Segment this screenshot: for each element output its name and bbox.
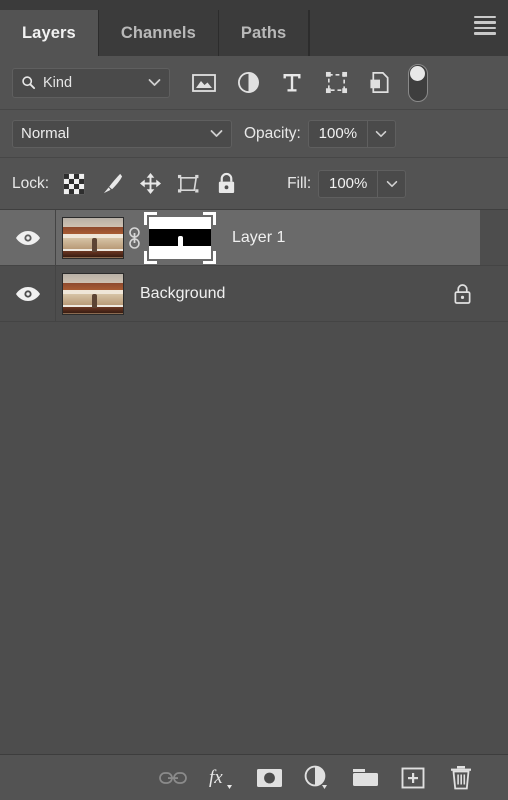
lock-label: Lock: (12, 174, 50, 192)
fill-field[interactable]: 100% (318, 169, 407, 198)
filter-type-buttons (182, 63, 428, 102)
layer-visibility-toggle[interactable] (0, 210, 56, 265)
filter-kind-select[interactable]: Kind (12, 67, 170, 98)
layer-name[interactable]: Background (140, 285, 225, 303)
layer-mask-thumbnail[interactable] (144, 211, 216, 264)
shape-icon[interactable] (314, 65, 358, 101)
table-row[interactable]: Layer 1 (0, 210, 508, 266)
layers-panel: Layers Channels Paths Kind Normal Opacit… (0, 0, 508, 800)
new-adjustment-layer-button[interactable] (298, 761, 336, 795)
chevron-down-icon (148, 78, 161, 87)
magnifier-icon (21, 75, 36, 90)
chevron-down-icon (210, 129, 223, 138)
image-icon[interactable] (182, 65, 226, 101)
new-group-button[interactable] (346, 761, 384, 795)
checkerboard-icon[interactable] (55, 166, 93, 202)
new-layer-button[interactable] (394, 761, 432, 795)
tab-layers-label: Layers (22, 23, 76, 42)
brush-icon[interactable] (93, 166, 131, 202)
opacity-label: Opacity: (244, 124, 301, 142)
lock-outline-icon (453, 283, 472, 305)
move-arrows-icon[interactable] (131, 166, 169, 202)
fill-label: Fill: (287, 174, 312, 192)
tab-paths[interactable]: Paths (218, 10, 310, 56)
layer-list: Layer 1 Background (0, 210, 508, 754)
panel-tab-bar: Layers Channels Paths (0, 0, 508, 56)
fill-value[interactable]: 100% (319, 171, 377, 197)
layer-actions-toolbar: fx (0, 754, 508, 800)
link-layers-button[interactable] (154, 761, 192, 795)
lock-fill-row: Lock: Fill: 100% (0, 158, 508, 210)
smart-object-icon[interactable] (358, 65, 402, 101)
filter-row: Kind (0, 56, 508, 110)
svg-text:fx: fx (209, 767, 223, 788)
layer-style-button[interactable]: fx (202, 761, 240, 795)
artboard-icon[interactable] (169, 166, 207, 202)
chain-link-icon[interactable] (124, 217, 144, 259)
tab-channels-label: Channels (120, 23, 196, 42)
layer-name[interactable]: Layer 1 (232, 229, 285, 247)
layer-thumbnail[interactable] (62, 216, 124, 259)
tab-channels[interactable]: Channels (98, 10, 219, 56)
filter-kind-label: Kind (43, 74, 73, 91)
toggle-switch-icon[interactable] (408, 63, 428, 102)
opacity-field[interactable]: 100% (307, 119, 396, 148)
table-row[interactable]: Background (0, 266, 508, 322)
blend-mode-value: Normal (21, 125, 70, 142)
eye-icon (15, 286, 41, 302)
layer-thumbnail[interactable] (62, 272, 124, 315)
lock-icon[interactable] (207, 166, 245, 202)
text-t-icon[interactable] (270, 65, 314, 101)
layer-visibility-toggle[interactable] (0, 266, 56, 321)
opacity-value[interactable]: 100% (309, 121, 367, 147)
add-layer-mask-button[interactable] (250, 761, 288, 795)
blend-opacity-row: Normal Opacity: 100% (0, 110, 508, 158)
tab-layers[interactable]: Layers (0, 10, 99, 56)
eye-icon (15, 230, 41, 246)
hamburger-menu-icon[interactable] (472, 14, 498, 36)
half-circle-icon[interactable] (226, 65, 270, 101)
fill-stepper[interactable] (377, 170, 405, 197)
tab-paths-label: Paths (240, 23, 287, 42)
opacity-stepper[interactable] (366, 120, 395, 147)
lock-buttons (55, 166, 245, 202)
blend-mode-select[interactable]: Normal (12, 119, 232, 148)
delete-layer-button[interactable] (442, 761, 480, 795)
